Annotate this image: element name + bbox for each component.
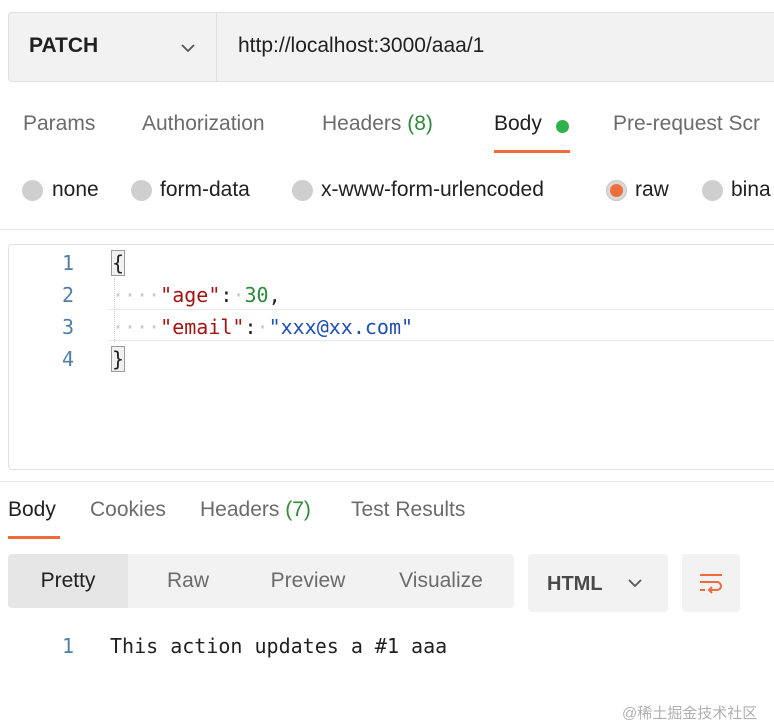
- radio-form-data[interactable]: [131, 180, 152, 201]
- close-brace: }: [110, 346, 126, 372]
- body-status-dot: [556, 120, 569, 133]
- radio-none-label[interactable]: none: [52, 178, 99, 202]
- view-preview-button[interactable]: Preview: [248, 554, 368, 608]
- tab-headers-count: (8): [407, 112, 433, 135]
- line-number: 1: [61, 251, 74, 275]
- json-key-email: "email": [160, 315, 245, 339]
- tab-body[interactable]: Body: [494, 112, 542, 136]
- method-select[interactable]: PATCH: [9, 13, 217, 81]
- line-number: 4: [61, 347, 74, 371]
- tab-headers-label: Headers: [322, 112, 402, 135]
- code-line-1: {: [110, 250, 126, 276]
- tab-body-underline: [494, 150, 570, 153]
- radio-raw-label[interactable]: raw: [635, 178, 669, 202]
- response-tab-body[interactable]: Body: [8, 498, 56, 522]
- radio-raw[interactable]: [606, 180, 627, 201]
- tab-authorization[interactable]: Authorization: [142, 112, 265, 136]
- wrap-lines-icon: [700, 574, 722, 594]
- view-mode-group: Pretty Raw Preview Visualize: [8, 554, 514, 608]
- json-key-age: "age": [160, 283, 221, 307]
- radio-binary[interactable]: [702, 180, 723, 201]
- open-brace: {: [110, 250, 126, 276]
- radio-none[interactable]: [22, 180, 43, 201]
- wrap-lines-button[interactable]: [682, 554, 740, 612]
- view-pretty-button[interactable]: Pretty: [8, 554, 128, 608]
- response-tab-headers-count: (7): [285, 498, 311, 521]
- response-body-text: This action updates a #1 aaa: [110, 634, 448, 658]
- method-label: PATCH: [29, 34, 99, 57]
- radio-binary-label[interactable]: bina: [731, 178, 771, 202]
- tab-pre-request-script[interactable]: Pre-request Scr: [613, 112, 760, 136]
- tab-headers[interactable]: Headers (8): [322, 112, 433, 136]
- chevron-down-icon: [181, 44, 195, 53]
- response-line-number: 1: [61, 634, 74, 658]
- format-select[interactable]: HTML: [528, 554, 668, 612]
- chevron-down-icon: [628, 579, 642, 588]
- request-bar: PATCH http://localhost:3000/aaa/1: [8, 12, 774, 82]
- format-label: HTML: [547, 573, 603, 595]
- tab-params[interactable]: Params: [23, 112, 95, 136]
- response-tab-cookies[interactable]: Cookies: [90, 498, 166, 522]
- code-line-2: ····"age":·30,: [112, 283, 281, 307]
- json-value-age: 30: [244, 283, 269, 307]
- response-tab-test-results[interactable]: Test Results: [351, 498, 465, 522]
- radio-urlencoded-label[interactable]: x-www-form-urlencoded: [321, 178, 544, 202]
- radio-form-data-label[interactable]: form-data: [160, 178, 250, 202]
- view-visualize-button[interactable]: Visualize: [368, 554, 514, 608]
- divider: [0, 229, 774, 230]
- line-number: 3: [61, 315, 74, 339]
- json-value-email: "xxx@xx.com": [268, 315, 414, 339]
- code-line-3: ····"email":·"xxx@xx.com": [112, 315, 414, 339]
- code-line-4: }: [110, 346, 126, 372]
- url-input[interactable]: http://localhost:3000/aaa/1: [238, 34, 484, 58]
- divider: [0, 481, 774, 482]
- watermark: @稀土掘金技术社区: [622, 705, 758, 722]
- radio-urlencoded[interactable]: [292, 180, 313, 201]
- response-tab-headers[interactable]: Headers (7): [200, 498, 311, 522]
- line-number: 2: [61, 283, 74, 307]
- view-raw-button[interactable]: Raw: [128, 554, 248, 608]
- response-tab-body-underline: [8, 536, 60, 539]
- response-tab-headers-label: Headers: [200, 498, 280, 521]
